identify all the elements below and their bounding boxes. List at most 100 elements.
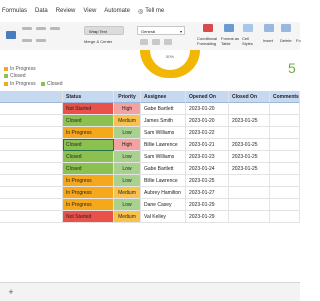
comments-cell[interactable]: [270, 139, 300, 151]
priority-cell[interactable]: Low: [114, 163, 141, 175]
cell-styles-icon[interactable]: [243, 24, 253, 32]
wrap-text-button[interactable]: Wrap Text: [84, 26, 124, 35]
delete-icon[interactable]: [281, 24, 291, 32]
row-blank-cell[interactable]: [0, 139, 63, 151]
status-cell[interactable]: Closed: [63, 139, 114, 151]
closed-on-cell[interactable]: 2023-01-25: [229, 115, 270, 127]
opened-on-cell[interactable]: 2023-01-24: [186, 163, 229, 175]
format-painter-icon[interactable]: [6, 31, 16, 39]
row-blank-cell[interactable]: [0, 115, 63, 127]
header-comments[interactable]: Comments: [270, 91, 300, 103]
assignee-cell[interactable]: Gabe Bartlett: [141, 103, 186, 115]
header-priority[interactable]: Priority: [114, 91, 141, 103]
comments-cell[interactable]: [270, 199, 300, 211]
comments-cell[interactable]: [270, 151, 300, 163]
row-blank-cell[interactable]: [0, 103, 63, 115]
priority-cell[interactable]: Low: [114, 175, 141, 187]
status-cell[interactable]: Not Started: [63, 211, 114, 223]
opened-on-cell[interactable]: 2023-01-29: [186, 211, 229, 223]
align-center-icon[interactable]: [36, 27, 46, 30]
closed-on-cell[interactable]: [229, 127, 270, 139]
comments-cell[interactable]: [270, 187, 300, 199]
currency-icon[interactable]: [140, 39, 148, 45]
tab-automate[interactable]: Automate: [104, 8, 130, 14]
priority-cell[interactable]: Low: [114, 127, 141, 139]
priority-cell[interactable]: Low: [114, 199, 141, 211]
header-opened-on[interactable]: Opened On: [186, 91, 229, 103]
closed-on-cell[interactable]: [229, 211, 270, 223]
percent-icon[interactable]: [152, 39, 160, 45]
header-status[interactable]: Status: [63, 91, 114, 103]
assignee-cell[interactable]: Dane Casey: [141, 199, 186, 211]
priority-cell[interactable]: High: [114, 139, 141, 151]
tab-review[interactable]: Review: [56, 8, 76, 14]
tab-data[interactable]: Data: [35, 8, 48, 14]
closed-on-cell[interactable]: 2023-01-25: [229, 163, 270, 175]
opened-on-cell[interactable]: 2023-01-29: [186, 199, 229, 211]
assignee-cell[interactable]: Aubrey Hamilton: [141, 187, 186, 199]
priority-cell[interactable]: Medium: [114, 187, 141, 199]
tab-formulas[interactable]: Formulas: [2, 8, 27, 14]
insert-icon[interactable]: [264, 24, 274, 32]
opened-on-cell[interactable]: 2023-01-23: [186, 151, 229, 163]
row-blank-cell[interactable]: [0, 187, 63, 199]
status-cell[interactable]: Closed: [63, 115, 114, 127]
comments-cell[interactable]: [270, 163, 300, 175]
add-sheet-icon[interactable]: +: [6, 287, 16, 297]
format-button[interactable]: Fo: [296, 38, 301, 43]
assignee-cell[interactable]: Sam Williams: [141, 127, 186, 139]
status-cell[interactable]: In Progress: [63, 175, 114, 187]
opened-on-cell[interactable]: 2023-01-20: [186, 103, 229, 115]
outdent-icon[interactable]: [36, 39, 46, 42]
closed-on-cell[interactable]: 2023-01-25: [229, 151, 270, 163]
opened-on-cell[interactable]: 2023-01-27: [186, 187, 229, 199]
row-blank-cell[interactable]: [0, 127, 63, 139]
tell-me[interactable]: ◎ Tell me: [138, 8, 164, 15]
row-blank-cell[interactable]: [0, 175, 63, 187]
status-cell[interactable]: In Progress: [63, 187, 114, 199]
header-closed-on[interactable]: Closed On: [229, 91, 270, 103]
comments-cell[interactable]: [270, 211, 300, 223]
cell-styles-button[interactable]: Cell Styles: [242, 36, 256, 46]
merge-center-button[interactable]: Merge & Center: [84, 39, 112, 44]
conditional-formatting-button[interactable]: Conditional Formatting: [197, 36, 221, 46]
assignee-cell[interactable]: Gabe Bartlett: [141, 163, 186, 175]
assignee-cell[interactable]: Sam Williams: [141, 151, 186, 163]
opened-on-cell[interactable]: 2023-01-20: [186, 115, 229, 127]
comma-icon[interactable]: [164, 39, 172, 45]
status-cell[interactable]: Not Started: [63, 103, 114, 115]
closed-on-cell[interactable]: 2023-01-25: [229, 139, 270, 151]
status-cell[interactable]: Closed: [63, 151, 114, 163]
conditional-formatting-icon[interactable]: [203, 24, 213, 32]
closed-on-cell[interactable]: [229, 199, 270, 211]
row-blank-cell[interactable]: [0, 199, 63, 211]
row-blank-cell[interactable]: [0, 163, 63, 175]
closed-on-cell[interactable]: [229, 187, 270, 199]
header-assignee[interactable]: Assignee: [141, 91, 186, 103]
comments-cell[interactable]: [270, 115, 300, 127]
row-blank-cell[interactable]: [0, 211, 63, 223]
status-cell[interactable]: Closed: [63, 163, 114, 175]
closed-on-cell[interactable]: [229, 103, 270, 115]
closed-on-cell[interactable]: [229, 175, 270, 187]
assignee-cell[interactable]: James Smith: [141, 115, 186, 127]
priority-cell[interactable]: Medium: [114, 115, 141, 127]
indent-icon[interactable]: [22, 39, 32, 42]
tab-view[interactable]: View: [83, 8, 96, 14]
status-cell[interactable]: In Progress: [63, 199, 114, 211]
assignee-cell[interactable]: Billie Lawrence: [141, 175, 186, 187]
format-as-table-icon[interactable]: [224, 24, 234, 32]
priority-cell[interactable]: Low: [114, 151, 141, 163]
align-left-icon[interactable]: [22, 27, 32, 30]
insert-button[interactable]: Insert: [263, 38, 273, 43]
row-blank-cell[interactable]: [0, 151, 63, 163]
opened-on-cell[interactable]: 2023-01-21: [186, 139, 229, 151]
comments-cell[interactable]: [270, 103, 300, 115]
status-cell[interactable]: In Progress: [63, 127, 114, 139]
align-right-icon[interactable]: [50, 27, 60, 30]
priority-cell[interactable]: High: [114, 103, 141, 115]
assignee-cell[interactable]: Val Kelley: [141, 211, 186, 223]
format-as-table-button[interactable]: Format as Table: [221, 36, 241, 46]
delete-button[interactable]: Delete: [280, 38, 292, 43]
opened-on-cell[interactable]: 2023-01-25: [186, 175, 229, 187]
